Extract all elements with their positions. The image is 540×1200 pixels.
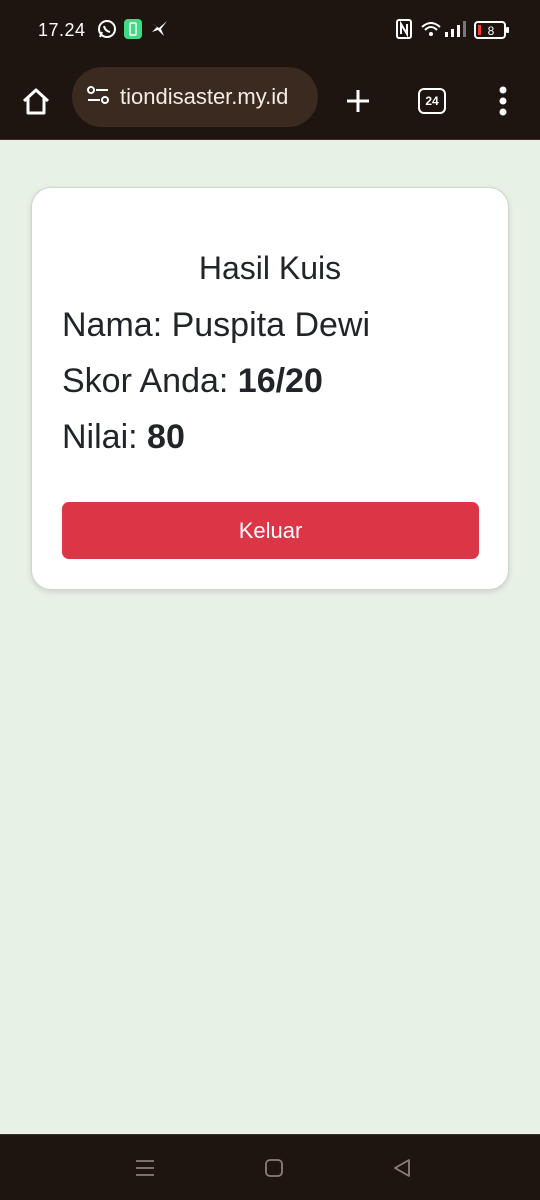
new-tab-button[interactable] [338, 62, 378, 140]
screen: 17.24 8 tiondisaster.my.id 24 Hasil Kuis… [0, 0, 540, 1200]
home-nav-button[interactable] [244, 1135, 304, 1200]
home-icon [22, 88, 50, 115]
battery-level: 8 [488, 24, 495, 38]
score-label: Skor Anda: [62, 362, 238, 400]
name-line: Nama: Puspita Dewi [62, 306, 370, 345]
home-button[interactable] [16, 62, 56, 140]
grade-label: Nilai: [62, 418, 148, 456]
score-line: Skor Anda: 16/20 [62, 362, 323, 401]
more-menu-button[interactable] [488, 62, 518, 140]
wifi-icon [420, 19, 442, 44]
name-label: Nama: [62, 306, 172, 344]
battery-icon: 8 [474, 21, 510, 44]
bird-icon [150, 19, 168, 42]
home-nav-icon [265, 1159, 283, 1177]
recents-icon [136, 1160, 154, 1176]
score-value: 16/20 [237, 362, 323, 400]
site-settings-icon[interactable] [86, 84, 110, 111]
exit-button[interactable]: Keluar [62, 502, 479, 559]
app-notification-icon [124, 19, 142, 44]
nfc-icon [396, 19, 412, 44]
result-title: Hasil Kuis [198, 250, 342, 286]
grade-line: Nilai: 80 [62, 418, 185, 457]
recents-button[interactable] [115, 1135, 175, 1200]
status-time: 17.24 [38, 20, 86, 40]
name-value: Puspita Dewi [171, 306, 371, 344]
tab-switcher-icon: 24 [418, 88, 446, 114]
tab-switcher-button[interactable]: 24 [414, 62, 450, 140]
more-menu-icon [499, 86, 507, 116]
whatsapp-icon [97, 19, 117, 44]
navigation-bar [0, 1134, 540, 1200]
back-button[interactable] [372, 1135, 432, 1200]
browser-toolbar: tiondisaster.my.id 24 [0, 62, 540, 140]
url-text: tiondisaster.my.id [120, 84, 289, 109]
status-bar: 17.24 8 [0, 0, 540, 62]
back-icon [394, 1159, 410, 1177]
new-tab-icon [347, 90, 369, 112]
grade-value: 80 [147, 418, 185, 456]
signal-icon [444, 19, 468, 44]
address-bar[interactable]: tiondisaster.my.id [72, 67, 318, 127]
